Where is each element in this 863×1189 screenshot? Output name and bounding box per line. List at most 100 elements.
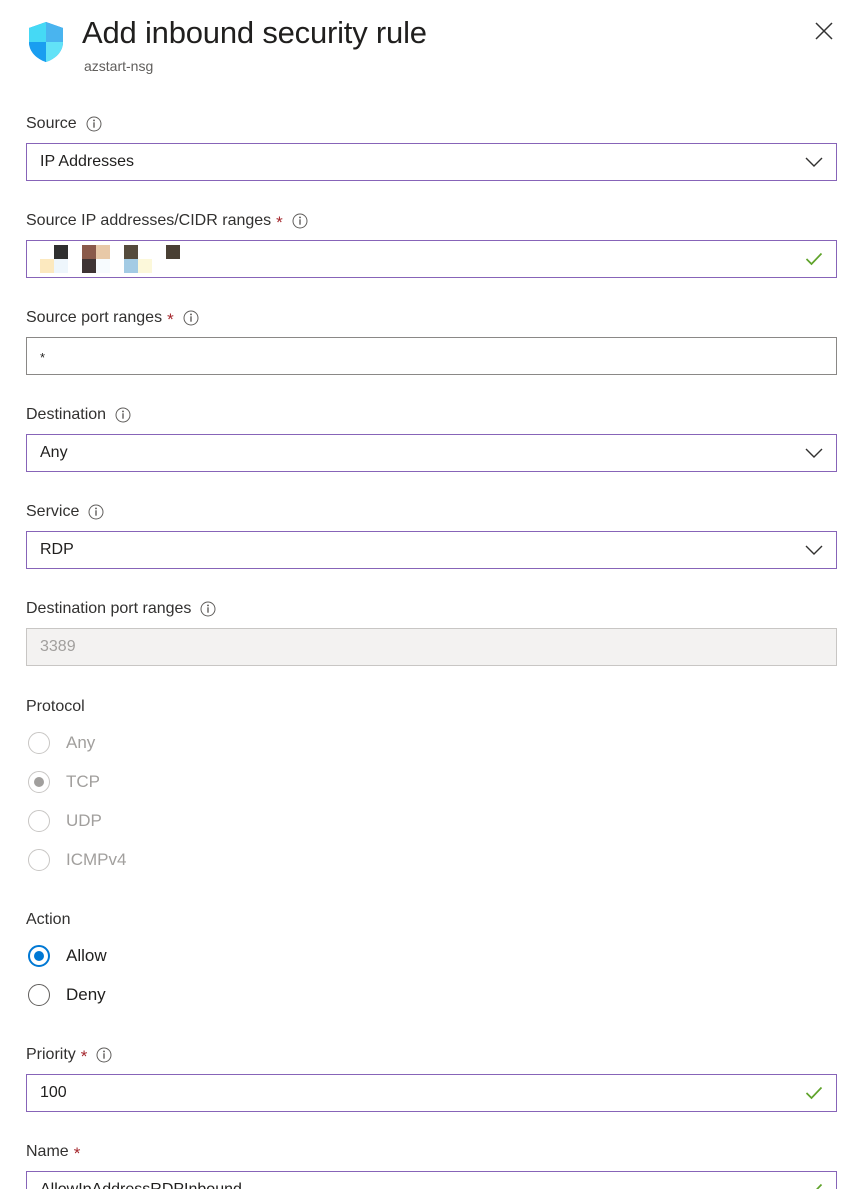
radio-dot	[34, 950, 44, 961]
page-title: Add inbound security rule	[82, 15, 427, 50]
label-source-port-text: Source port ranges	[26, 309, 163, 326]
redacted-value	[27, 245, 180, 273]
redact-cell	[138, 259, 152, 273]
redact-cell	[124, 245, 138, 259]
name-value: AllowIpAddressRDPInbound	[27, 1180, 836, 1189]
redact-cell	[54, 245, 68, 259]
chevron-down-icon	[805, 435, 823, 471]
redact-cell	[82, 245, 96, 259]
label-name: Name *	[26, 1141, 837, 1162]
add-inbound-security-rule-panel: Add inbound security rule azstart-nsg So…	[0, 0, 863, 1189]
radio-icon	[28, 770, 50, 793]
redact-cell	[40, 245, 54, 259]
label-source-ip: Source IP addresses/CIDR ranges *	[26, 210, 837, 231]
destination-port-value: 3389	[40, 638, 76, 655]
label-protocol: Protocol	[26, 698, 85, 715]
destination-value: Any	[40, 444, 68, 461]
info-icon[interactable]	[183, 310, 199, 326]
source-ip-input[interactable]	[26, 240, 837, 278]
service-value: RDP	[40, 541, 74, 558]
redact-row	[40, 245, 180, 259]
redact-cell	[152, 245, 166, 259]
page-subtitle: azstart-nsg	[84, 58, 154, 74]
label-service-text: Service	[26, 503, 80, 520]
label-action: Action	[26, 911, 71, 928]
priority-input[interactable]: 100	[26, 1074, 837, 1112]
name-input[interactable]: AllowIpAddressRDPInbound	[26, 1171, 837, 1189]
required-indicator: *	[73, 1144, 81, 1163]
redact-cell	[138, 245, 152, 259]
info-icon[interactable]	[292, 213, 308, 229]
field-destination-port: Destination port ranges 3389	[26, 598, 837, 666]
radio-icon	[28, 809, 50, 832]
label-priority-text: Priority	[26, 1046, 76, 1063]
destination-dropdown[interactable]: Any	[26, 434, 837, 472]
source-dropdown[interactable]: IP Addresses	[26, 143, 837, 181]
required-indicator: *	[167, 310, 174, 329]
close-icon[interactable]	[807, 14, 841, 48]
field-priority: Priority * 100	[26, 1044, 837, 1112]
radio-label: Allow	[66, 945, 107, 965]
destination-port-input: 3389	[26, 628, 837, 666]
radio-icon	[28, 731, 50, 754]
info-icon[interactable]	[86, 116, 102, 132]
required-indicator: *	[80, 1047, 88, 1066]
info-icon[interactable]	[96, 1047, 112, 1063]
redact-cell	[68, 245, 82, 259]
field-service: Service RDP	[26, 501, 837, 569]
redact-cell	[96, 259, 110, 273]
label-source-text: Source	[26, 115, 77, 132]
info-icon[interactable]	[200, 601, 216, 617]
info-icon[interactable]	[88, 504, 104, 520]
redact-cell	[96, 245, 110, 259]
label-source-port: Source port ranges *	[26, 307, 837, 328]
redact-cell	[40, 259, 54, 273]
radio-icon	[28, 848, 50, 871]
radio-label: Deny	[66, 984, 106, 1004]
label-service: Service	[26, 501, 837, 522]
protocol-option-icmpv4: ICMPv4	[26, 840, 837, 879]
label-name-text: Name	[26, 1143, 69, 1160]
info-icon[interactable]	[115, 407, 131, 423]
action-radio-group: Allow Deny	[26, 936, 837, 1014]
field-protocol: Protocol Any TCP UDP ICMPv4	[26, 696, 837, 879]
validation-check-icon	[805, 241, 823, 277]
label-source: Source	[26, 113, 837, 134]
redact-cell	[68, 259, 82, 273]
redact-cell	[124, 259, 138, 273]
radio-label: UDP	[66, 810, 102, 830]
redact-row	[40, 259, 180, 273]
protocol-option-udp: UDP	[26, 801, 837, 840]
shield-icon	[26, 20, 66, 64]
chevron-down-icon	[805, 144, 823, 180]
radio-label: TCP	[66, 771, 100, 791]
validation-check-icon	[805, 1075, 823, 1111]
field-source: Source IP Addresses	[26, 113, 837, 181]
redact-cell	[110, 259, 124, 273]
rule-form: Source IP Addresses Source IP addresses/…	[0, 113, 863, 1189]
source-port-input[interactable]: *	[26, 337, 837, 375]
label-destination: Destination	[26, 404, 837, 425]
redact-cell	[54, 259, 68, 273]
action-option-deny[interactable]: Deny	[26, 975, 837, 1014]
field-source-ip: Source IP addresses/CIDR ranges *	[26, 210, 837, 278]
field-source-port: Source port ranges * *	[26, 307, 837, 375]
redact-cell	[166, 259, 180, 273]
source-port-value: *	[40, 349, 46, 365]
service-dropdown[interactable]: RDP	[26, 531, 837, 569]
redact-cell	[152, 259, 166, 273]
action-option-allow[interactable]: Allow	[26, 936, 837, 975]
priority-value: 100	[40, 1084, 67, 1101]
radio-label: ICMPv4	[66, 849, 127, 869]
protocol-option-tcp: TCP	[26, 762, 837, 801]
label-destination-text: Destination	[26, 406, 107, 423]
source-value: IP Addresses	[40, 153, 134, 170]
redact-cell	[110, 245, 124, 259]
label-destination-port: Destination port ranges	[26, 598, 837, 619]
protocol-option-any: Any	[26, 723, 837, 762]
protocol-radio-group: Any TCP UDP ICMPv4	[26, 723, 837, 879]
field-action: Action Allow Deny	[26, 909, 837, 1014]
redact-cell	[82, 259, 96, 273]
radio-label: Any	[66, 732, 96, 752]
field-destination: Destination Any	[26, 404, 837, 472]
